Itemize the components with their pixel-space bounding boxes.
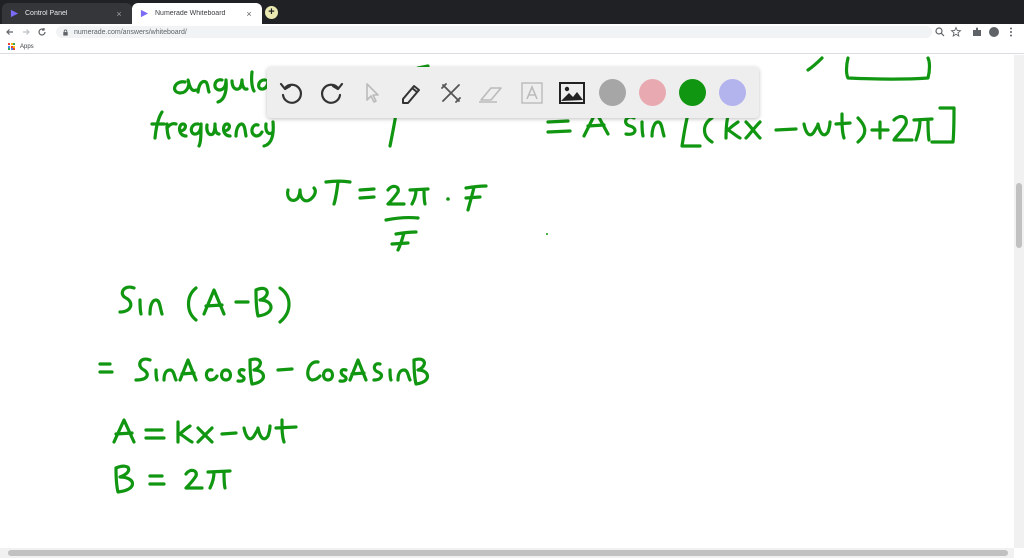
- image-tool-button[interactable]: [557, 78, 587, 108]
- ink-b-definition: [114, 464, 232, 494]
- whiteboard-toolbar: [267, 67, 759, 118]
- image-icon: [559, 82, 585, 104]
- numerade-favicon-icon: [10, 9, 19, 18]
- profile-avatar[interactable]: [989, 27, 999, 37]
- ink-omega-period: [286, 179, 548, 235]
- tab-strip: Control Panel × Numerade Whiteboard × +: [0, 0, 1024, 24]
- ink-angular: [172, 70, 274, 104]
- eraser-tool-button[interactable]: [476, 78, 506, 108]
- color-swatch-lavender[interactable]: [719, 79, 746, 106]
- ink-sine-identity: [98, 357, 430, 386]
- pen-icon: [402, 85, 420, 104]
- tab-control-panel[interactable]: Control Panel ×: [2, 3, 132, 24]
- text-tool-button[interactable]: [517, 78, 547, 108]
- eraser-icon: [479, 87, 502, 103]
- bookmark-star-icon[interactable]: [950, 26, 962, 38]
- back-icon[interactable]: [4, 26, 16, 38]
- browser-window: Control Panel × Numerade Whiteboard × + …: [0, 0, 1024, 558]
- select-tool-button[interactable]: [357, 78, 387, 108]
- ink-a-definition: [112, 418, 298, 444]
- pen-tool-button[interactable]: [396, 78, 426, 108]
- address-bar[interactable]: numerade.com/answers/whiteboard/: [56, 26, 932, 38]
- color-swatch-green[interactable]: [679, 79, 706, 106]
- undo-button[interactable]: [276, 78, 306, 108]
- redo-icon: [320, 82, 344, 104]
- vertical-scrollbar[interactable]: [1014, 55, 1024, 548]
- apps-grid-icon: [8, 43, 15, 50]
- menu-icon[interactable]: [1005, 26, 1017, 38]
- tab-title: Numerade Whiteboard: [155, 10, 226, 17]
- bookmark-apps[interactable]: Apps: [20, 44, 34, 50]
- text-icon: [521, 82, 543, 104]
- select-cursor-icon: [366, 83, 379, 103]
- tools-icon: [441, 83, 461, 103]
- zoom-icon[interactable]: [934, 26, 946, 38]
- tab-numerade-whiteboard[interactable]: Numerade Whiteboard ×: [132, 3, 262, 24]
- horizontal-scroll-thumb[interactable]: [8, 550, 1008, 556]
- bookmarks-bar: Apps: [0, 40, 1024, 54]
- redo-button[interactable]: [317, 78, 347, 108]
- color-swatch-gray[interactable]: [599, 79, 626, 106]
- ink-frequency-symbol: [384, 216, 420, 252]
- undo-icon: [279, 82, 303, 104]
- numerade-favicon-icon: [140, 9, 149, 18]
- ink-frequency: [150, 110, 275, 148]
- new-tab-button[interactable]: +: [265, 6, 278, 19]
- extensions-icon[interactable]: [971, 26, 983, 38]
- url-text: numerade.com/answers/whiteboard/: [74, 28, 187, 36]
- close-tab-icon[interactable]: ×: [244, 9, 254, 19]
- ink-sin-a-minus-b: [118, 285, 291, 324]
- close-tab-icon[interactable]: ×: [114, 9, 124, 19]
- color-swatch-pink[interactable]: [639, 79, 666, 106]
- lock-icon: [63, 29, 68, 36]
- handwriting-layer: [98, 56, 956, 494]
- browser-toolbar: numerade.com/answers/whiteboard/: [0, 24, 1024, 40]
- tools-button[interactable]: [436, 78, 466, 108]
- horizontal-scrollbar[interactable]: [0, 548, 1014, 558]
- reload-icon[interactable]: [36, 26, 48, 38]
- forward-icon[interactable]: [20, 26, 32, 38]
- tab-title: Control Panel: [25, 10, 68, 17]
- vertical-scroll-thumb[interactable]: [1016, 183, 1022, 248]
- whiteboard-canvas[interactable]: [0, 55, 1014, 548]
